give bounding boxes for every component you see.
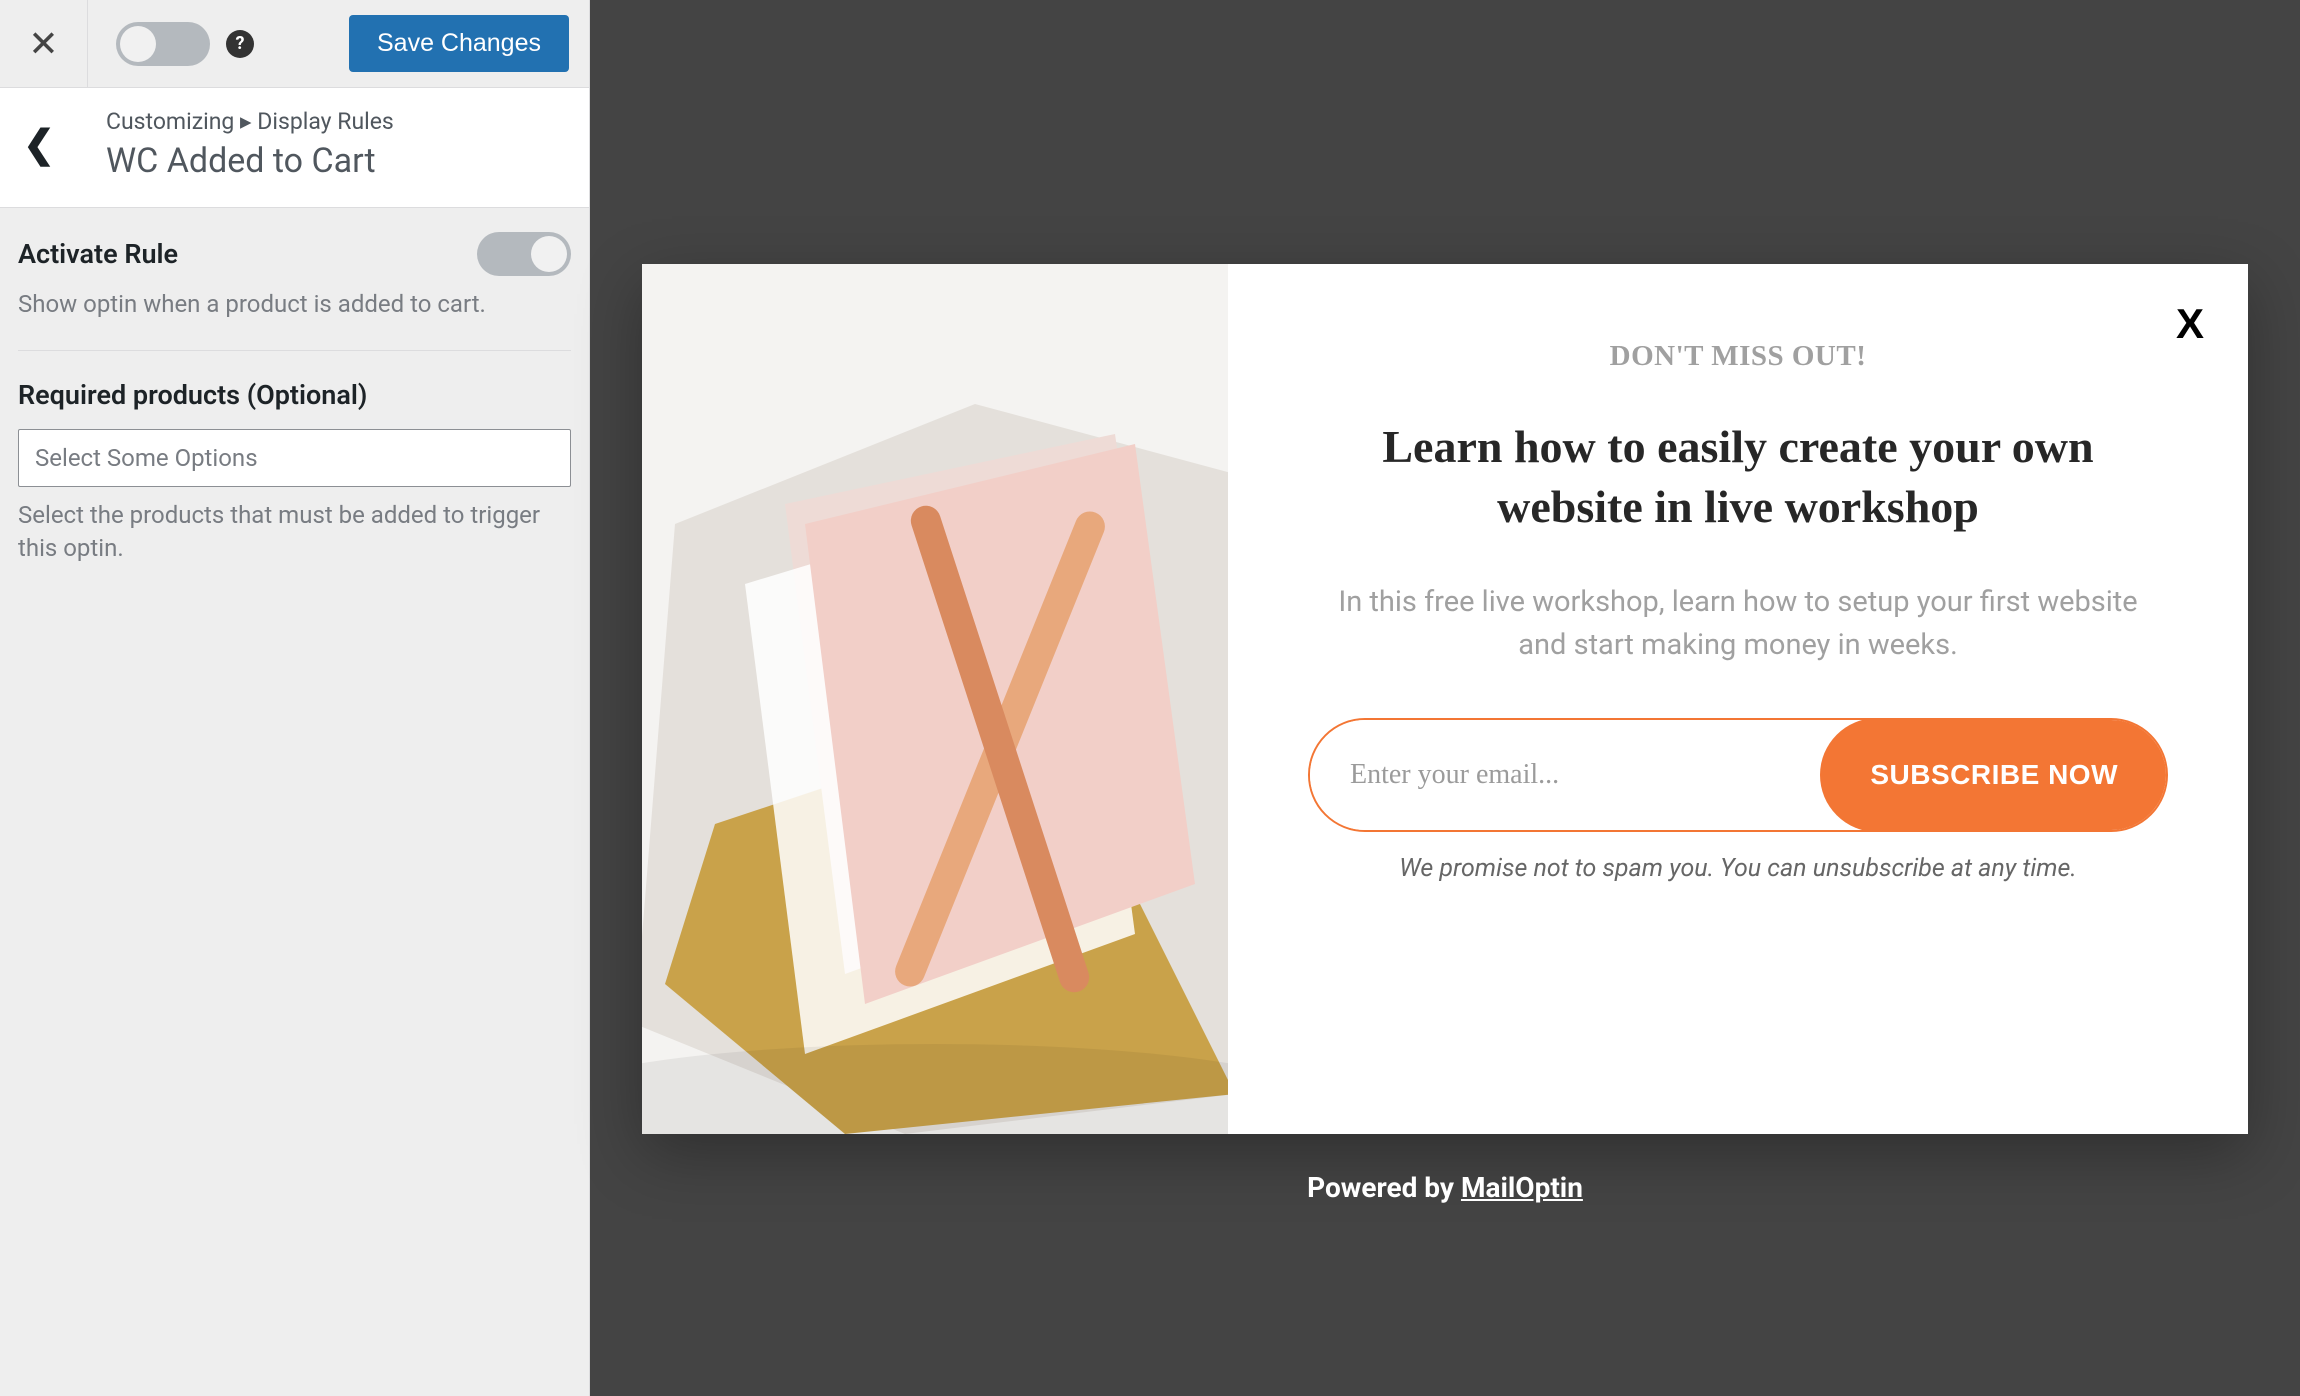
optin-form: SUBSCRIBE NOW [1308,718,2168,832]
setting-activate-desc: Show optin when a product is added to ca… [18,288,571,322]
activate-rule-toggle[interactable] [477,232,571,276]
chevron-left-icon: ❮ [23,122,55,167]
breadcrumb-title: WC Added to Cart [106,141,394,181]
preview-toggle-wrap: ? [88,22,254,66]
setting-activate-header: Activate Rule [18,232,571,276]
sidebar-header: ✕ ? Save Changes [0,0,589,88]
optin-content: X DON'T MISS OUT! Learn how to easily cr… [1228,264,2248,1134]
setting-required-products: Required products (Optional) Select Some… [18,379,571,566]
optin-close-button[interactable]: X [2176,300,2204,348]
setting-activate-rule: Activate Rule Show optin when a product … [18,232,571,351]
setting-products-title: Required products (Optional) [18,379,367,411]
setting-products-desc: Select the products that must be added t… [18,499,571,566]
powered-link[interactable]: MailOptin [1461,1171,1583,1204]
optin-subtext: In this free live workshop, learn how to… [1318,581,2158,668]
help-icon[interactable]: ? [226,30,254,58]
breadcrumb-path: Customizing ▸ Display Rules [106,108,394,135]
email-input[interactable] [1310,720,1822,830]
breadcrumb: ❮ Customizing ▸ Display Rules WC Added t… [0,88,589,208]
products-select-input[interactable]: Select Some Options [18,429,571,487]
powered-prefix: Powered by [1307,1171,1461,1204]
subscribe-button[interactable]: SUBSCRIBE NOW [1820,718,2168,832]
optin-headline: Learn how to easily create your own webs… [1308,417,2168,537]
save-button[interactable]: Save Changes [349,15,569,72]
setting-activate-title: Activate Rule [18,238,178,270]
settings-panel: Activate Rule Show optin when a product … [0,208,589,566]
close-button[interactable]: ✕ [0,0,88,88]
optin-popup: X DON'T MISS OUT! Learn how to easily cr… [642,264,2248,1134]
breadcrumb-text: Customizing ▸ Display Rules WC Added to … [106,108,394,181]
optin-eyebrow: DON'T MISS OUT! [1610,340,1867,373]
optin-disclaimer: We promise not to spam you. You can unsu… [1399,854,2076,883]
customizer-sidebar: ✕ ? Save Changes ❮ Customizing ▸ Display… [0,0,590,1396]
close-icon: ✕ [28,23,58,65]
optin-image [642,264,1228,1134]
preview-toggle[interactable] [116,22,210,66]
preview-area: X DON'T MISS OUT! Learn how to easily cr… [590,0,2300,1396]
back-button[interactable]: ❮ [0,108,78,181]
powered-by: Powered by MailOptin [1307,1171,1583,1204]
